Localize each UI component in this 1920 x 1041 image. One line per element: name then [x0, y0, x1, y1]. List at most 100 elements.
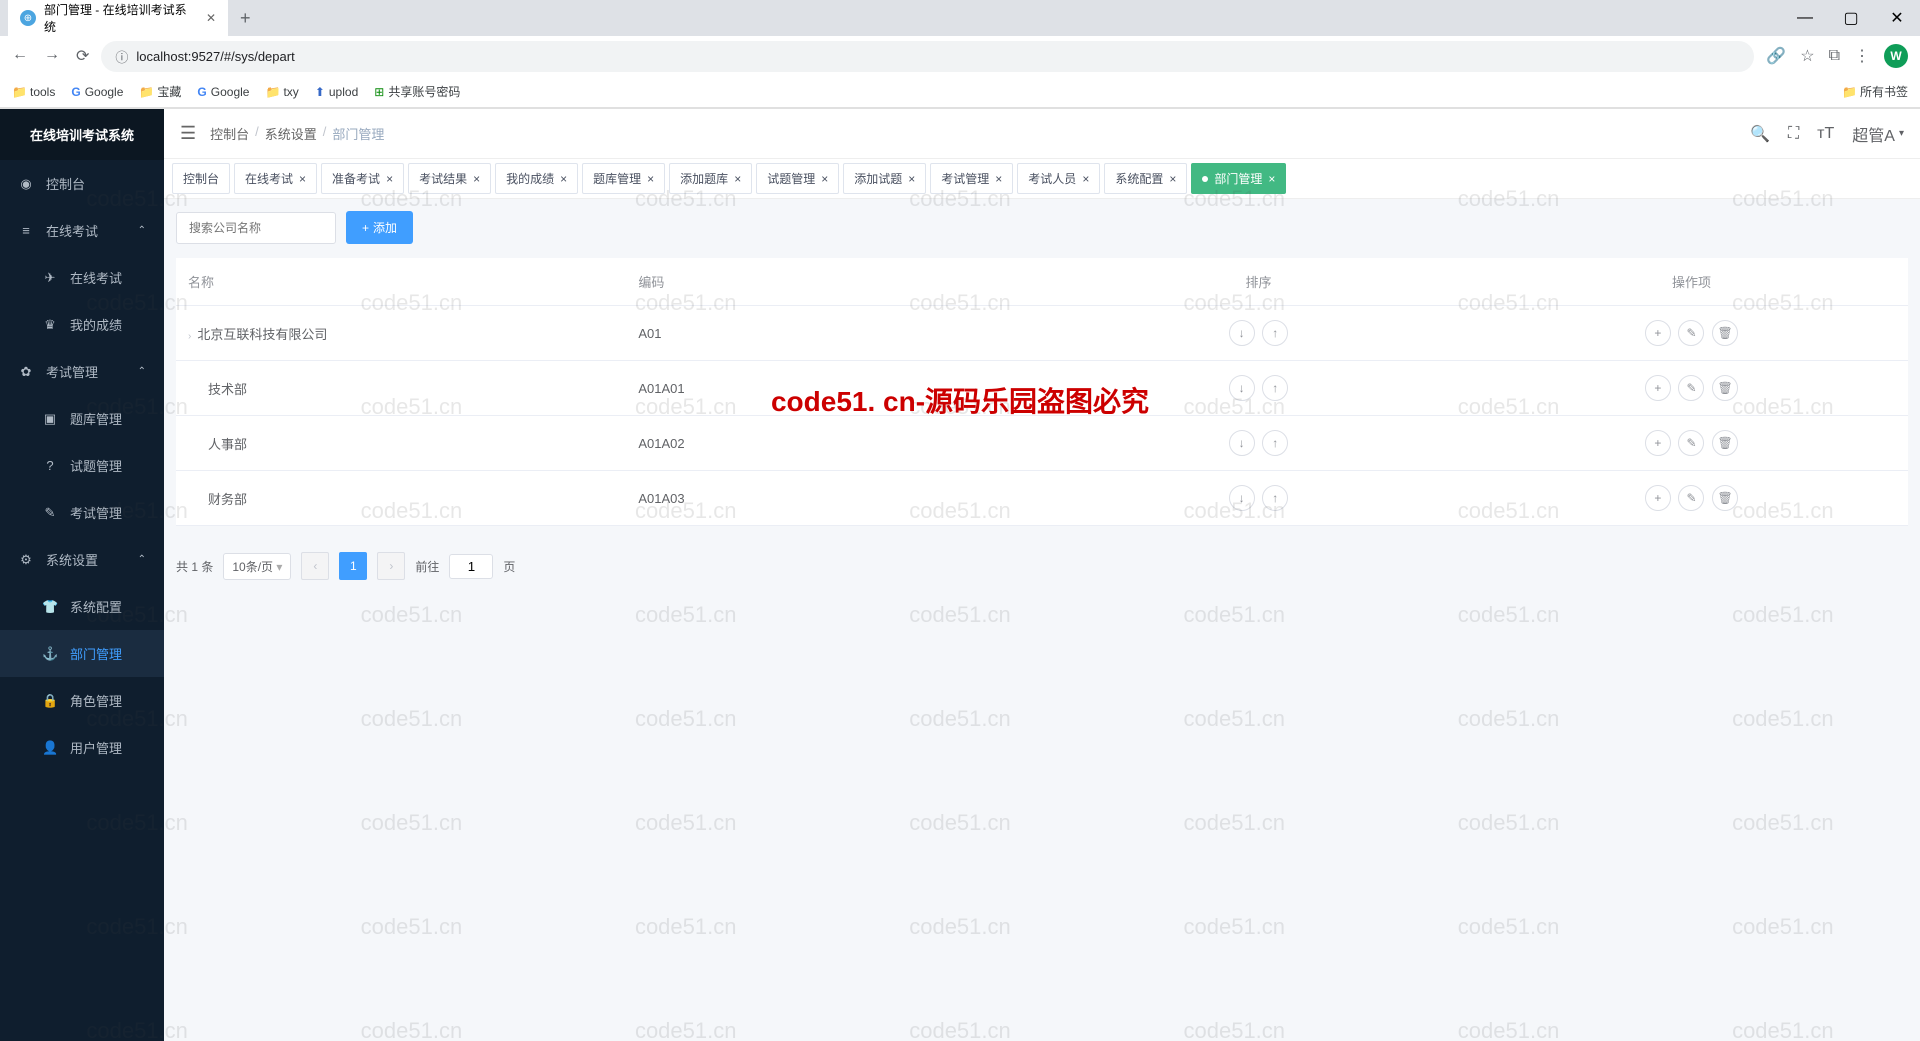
close-icon[interactable]: ×: [821, 172, 828, 186]
profile-avatar[interactable]: W: [1884, 44, 1908, 68]
bookmark-item[interactable]: ⬆uplod: [315, 85, 358, 99]
sidebar-item[interactable]: ≡在线考试⌃: [0, 207, 164, 254]
close-icon[interactable]: ×: [908, 172, 915, 186]
search-input[interactable]: [176, 212, 336, 244]
edit-button[interactable]: ✎: [1678, 320, 1704, 346]
add-child-button[interactable]: +: [1645, 485, 1671, 511]
sidebar-item[interactable]: ✈在线考试: [0, 254, 164, 301]
extensions-icon[interactable]: ⧉: [1829, 47, 1840, 65]
tab-item[interactable]: 我的成绩×: [495, 163, 578, 194]
tab-item[interactable]: 系统配置×: [1104, 163, 1187, 194]
bookmark-item[interactable]: 📁tools: [12, 85, 55, 99]
sidebar-item[interactable]: ⚓部门管理: [0, 630, 164, 677]
tab-item[interactable]: 添加题库×: [669, 163, 752, 194]
fullscreen-icon[interactable]: ⛶: [1788, 125, 1799, 143]
sidebar-item[interactable]: ?试题管理: [0, 442, 164, 489]
all-bookmarks[interactable]: 📁所有书签: [1842, 83, 1908, 100]
close-icon[interactable]: ×: [734, 172, 741, 186]
close-icon[interactable]: ×: [647, 172, 654, 186]
minimize-icon[interactable]: —: [1782, 0, 1828, 36]
menu-dots-icon[interactable]: ⋮: [1854, 46, 1870, 66]
tab-label: 准备考试: [332, 170, 380, 187]
sort-up-button[interactable]: ↑: [1262, 320, 1288, 346]
site-info-icon[interactable]: ⓘ: [115, 47, 128, 66]
edit-button[interactable]: ✎: [1678, 430, 1704, 456]
hamburger-icon[interactable]: ☰: [180, 123, 196, 144]
tab-item[interactable]: 试题管理×: [756, 163, 839, 194]
close-window-icon[interactable]: ✕: [1874, 0, 1920, 36]
close-icon[interactable]: ×: [386, 172, 393, 186]
reload-icon[interactable]: ⟳: [76, 46, 89, 66]
sort-down-button[interactable]: ↓: [1229, 320, 1255, 346]
sidebar-item[interactable]: ♛我的成绩: [0, 301, 164, 348]
tab-item[interactable]: 考试人员×: [1017, 163, 1100, 194]
sidebar-label: 部门管理: [70, 644, 122, 663]
close-icon[interactable]: ×: [560, 172, 567, 186]
page-number-button[interactable]: 1: [339, 552, 367, 580]
close-icon[interactable]: ×: [995, 172, 1002, 186]
close-icon[interactable]: ✕: [206, 11, 216, 25]
tree-expand-icon[interactable]: ›: [188, 331, 191, 342]
delete-button[interactable]: 🗑: [1712, 430, 1738, 456]
bookmark-item[interactable]: ⊞共享账号密码: [374, 83, 460, 100]
sort-up-button[interactable]: ↑: [1262, 430, 1288, 456]
add-button[interactable]: + 添加: [346, 211, 413, 244]
tab-item[interactable]: 控制台: [172, 163, 230, 194]
address-bar[interactable]: ⓘ localhost:9527/#/sys/depart: [101, 41, 1754, 72]
edit-button[interactable]: ✎: [1678, 485, 1704, 511]
tab-item[interactable]: 考试管理×: [930, 163, 1013, 194]
back-icon[interactable]: ←: [12, 46, 28, 66]
tab-item[interactable]: 准备考试 ×: [321, 163, 404, 194]
maximize-icon[interactable]: ▢: [1828, 0, 1874, 36]
user-dropdown[interactable]: 超管A▾: [1852, 122, 1904, 146]
sidebar-item[interactable]: ⚙系统设置⌃: [0, 536, 164, 583]
add-child-button[interactable]: +: [1645, 375, 1671, 401]
bookmark-item[interactable]: 📁宝藏: [139, 83, 181, 100]
new-tab-button[interactable]: +: [228, 8, 263, 29]
close-icon[interactable]: ×: [473, 172, 480, 186]
sidebar-item[interactable]: ▣题库管理: [0, 395, 164, 442]
bookmark-item[interactable]: GGoogle: [197, 85, 249, 99]
delete-button[interactable]: 🗑: [1712, 485, 1738, 511]
sort-down-button[interactable]: ↓: [1229, 430, 1255, 456]
link-icon[interactable]: 🔗: [1766, 46, 1786, 66]
breadcrumb-item[interactable]: 控制台: [210, 124, 249, 143]
close-icon[interactable]: ×: [1268, 172, 1275, 186]
close-icon[interactable]: ×: [1169, 172, 1176, 186]
close-icon[interactable]: ×: [299, 172, 306, 186]
sidebar-item[interactable]: ✿考试管理⌃: [0, 348, 164, 395]
sidebar-item[interactable]: ✎考试管理: [0, 489, 164, 536]
add-child-button[interactable]: +: [1645, 430, 1671, 456]
breadcrumb-item[interactable]: 系统设置: [265, 124, 317, 143]
close-icon[interactable]: ×: [1082, 172, 1089, 186]
tab-item[interactable]: 考试结果×: [408, 163, 491, 194]
edit-button[interactable]: ✎: [1678, 375, 1704, 401]
page-size-select[interactable]: 10条/页: [223, 553, 291, 580]
sort-up-button[interactable]: ↑: [1262, 375, 1288, 401]
forward-icon[interactable]: →: [44, 46, 60, 66]
sidebar-item[interactable]: ◉控制台: [0, 160, 164, 207]
browser-tab[interactable]: ⊕ 部门管理 - 在线培训考试系统 ✕: [8, 0, 228, 43]
next-page-button[interactable]: ›: [377, 552, 405, 580]
sort-down-button[interactable]: ↓: [1229, 485, 1255, 511]
tab-item[interactable]: 部门管理×: [1191, 163, 1286, 194]
font-size-icon[interactable]: ᴛT: [1817, 125, 1834, 143]
add-child-button[interactable]: +: [1645, 320, 1671, 346]
menu-icon: ✈: [42, 270, 58, 286]
goto-page-input[interactable]: [449, 554, 493, 579]
prev-page-button[interactable]: ‹: [301, 552, 329, 580]
search-icon[interactable]: 🔍: [1750, 124, 1770, 144]
bookmark-item[interactable]: GGoogle: [71, 85, 123, 99]
tab-item[interactable]: 题库管理×: [582, 163, 665, 194]
sidebar-item[interactable]: 👕系统配置: [0, 583, 164, 630]
tab-item[interactable]: 添加试题×: [843, 163, 926, 194]
tab-item[interactable]: 在线考试×: [234, 163, 317, 194]
sort-up-button[interactable]: ↑: [1262, 485, 1288, 511]
sidebar-item[interactable]: 🔒角色管理: [0, 677, 164, 724]
sidebar-item[interactable]: 👤用户管理: [0, 724, 164, 771]
delete-button[interactable]: 🗑: [1712, 375, 1738, 401]
bookmark-star-icon[interactable]: ☆: [1800, 46, 1814, 66]
sort-down-button[interactable]: ↓: [1229, 375, 1255, 401]
delete-button[interactable]: 🗑: [1712, 320, 1738, 346]
bookmark-item[interactable]: 📁txy: [265, 85, 298, 99]
